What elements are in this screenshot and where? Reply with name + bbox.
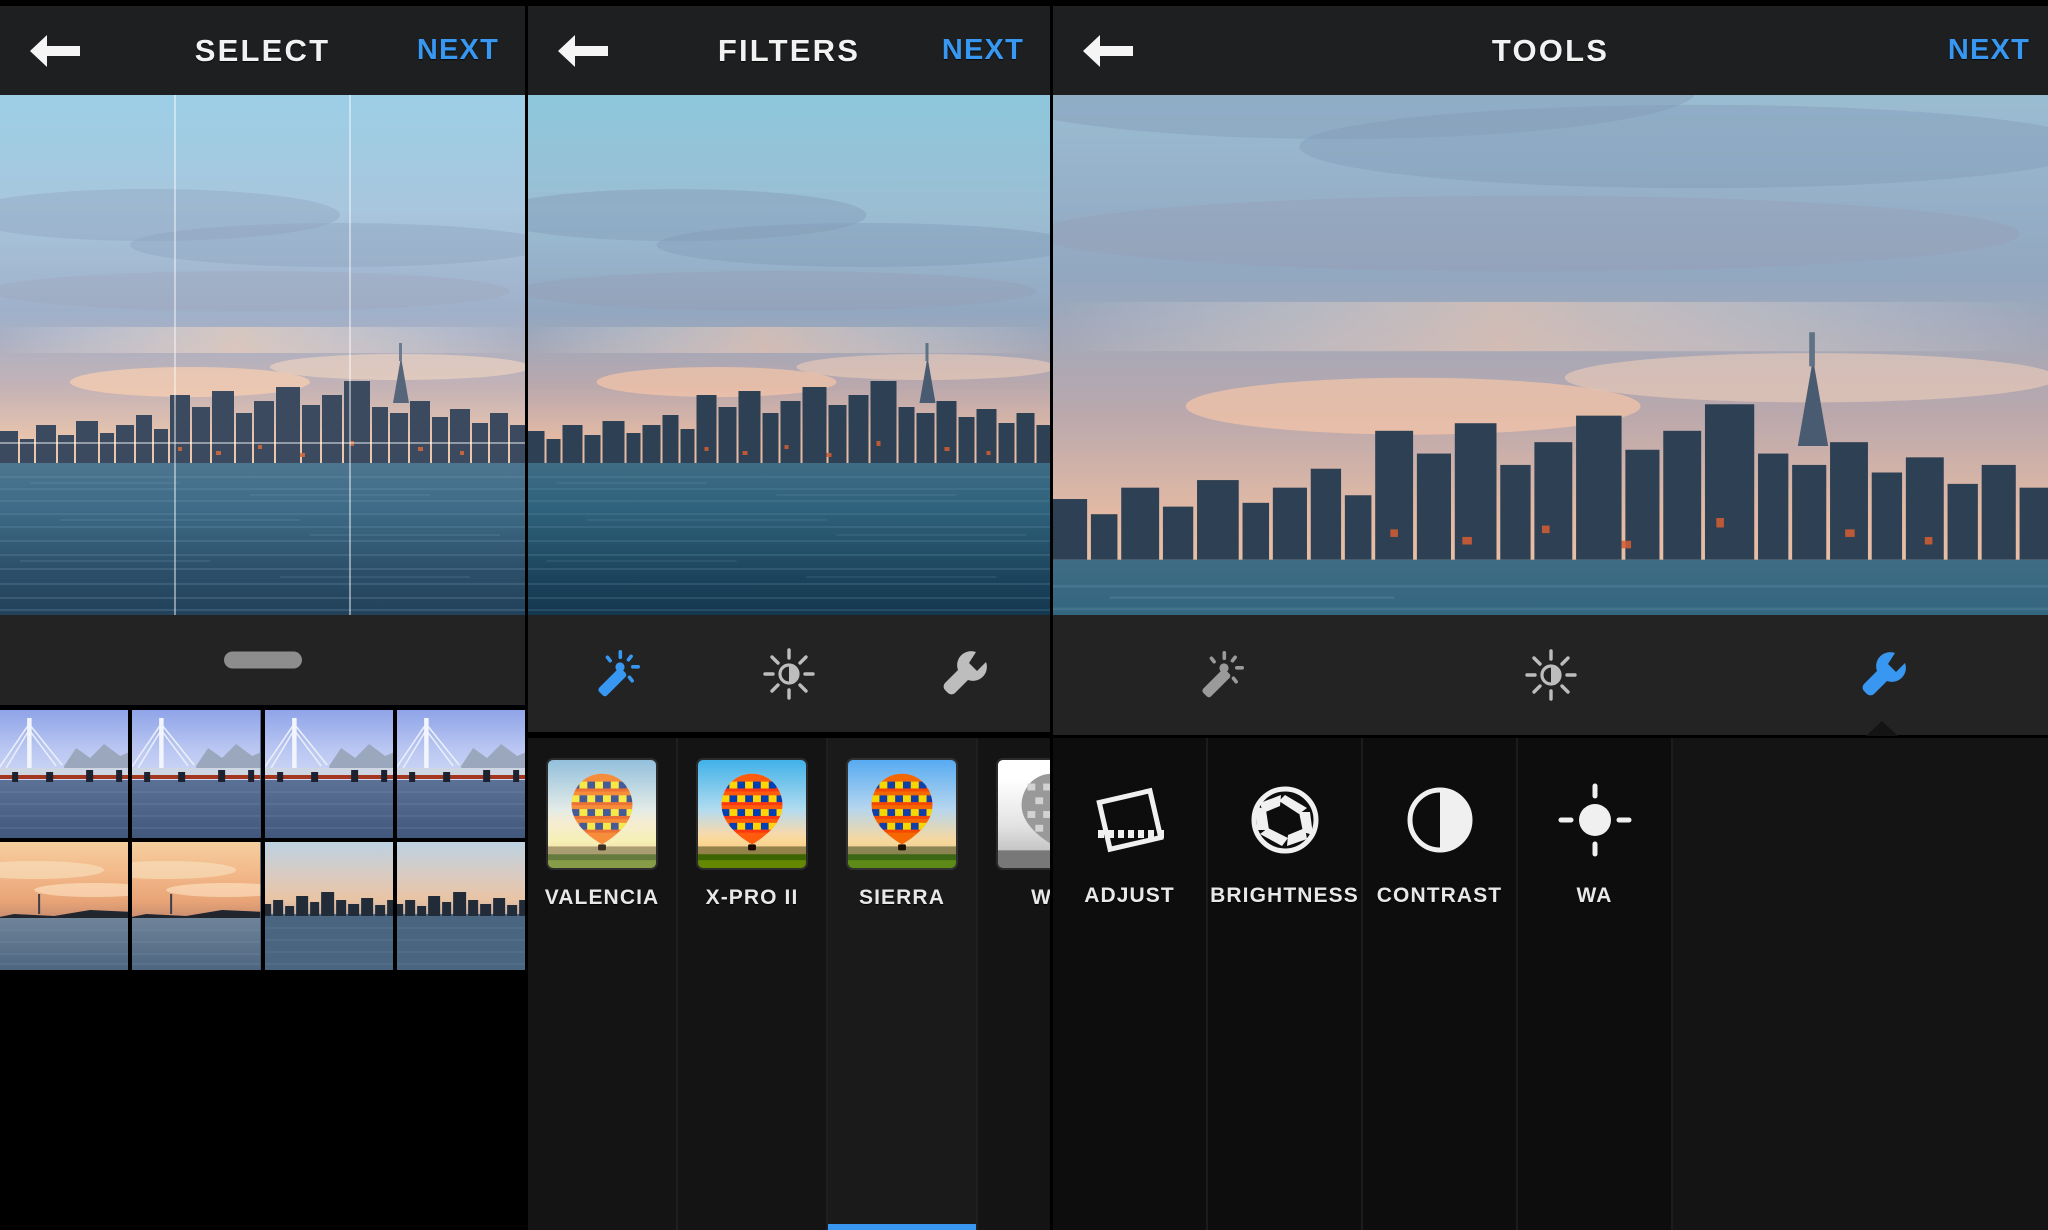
filter-preview [528, 95, 1050, 615]
brightness-icon [1520, 644, 1582, 706]
filter-label: WIL [1031, 886, 1050, 910]
tools-preview [1053, 95, 2048, 615]
tab-tools[interactable] [876, 615, 1050, 732]
adjust-tilt-icon [1084, 774, 1176, 866]
bridge-thumb-4[interactable] [397, 710, 525, 838]
tab-lux[interactable] [1385, 615, 1717, 735]
filter-chip-valencia[interactable]: VALENCIA [528, 738, 678, 1230]
tool-label: BRIGHTNESS [1210, 884, 1359, 908]
magic-wand-icon [584, 643, 646, 705]
panel-tools: TOOLS NEXT [1050, 0, 2048, 1230]
page-title: TOOLS [1053, 33, 2048, 69]
bridge-thumb-3[interactable] [265, 710, 393, 838]
tool-label: ADJUST [1084, 884, 1175, 908]
wrench-icon [1851, 644, 1913, 706]
contrast-circle-icon [1394, 774, 1486, 866]
panel-filters: FILTERS NEXT [525, 0, 1050, 1230]
filter-label: VALENCIA [545, 886, 660, 910]
filter-thumbnail [998, 760, 1050, 868]
sunset-thumb-1[interactable] [0, 842, 128, 970]
tool-chip-adjust[interactable]: ADJUST [1053, 738, 1208, 1230]
aperture-icon [1239, 774, 1331, 866]
drag-handle-pill[interactable] [224, 652, 302, 669]
next-button[interactable]: NEXT [417, 34, 499, 67]
editor-tab-bar [1053, 615, 2048, 735]
skyline-thumb-4[interactable] [397, 842, 525, 970]
back-arrow-icon[interactable] [554, 28, 616, 74]
photo-library-grid[interactable] [0, 710, 525, 1230]
filter-thumbnail [698, 760, 806, 868]
next-button[interactable]: NEXT [1948, 34, 2030, 67]
skyline-thumb-3[interactable] [265, 842, 393, 970]
magic-wand-icon [1188, 644, 1250, 706]
navbar-select: SELECT NEXT [0, 0, 525, 95]
tool-label: CONTRAST [1377, 884, 1502, 908]
tab-filters[interactable] [528, 615, 702, 732]
filter-thumbnail [848, 760, 956, 868]
warmth-icon [1549, 774, 1641, 866]
bridge-thumb-2[interactable] [132, 710, 260, 838]
editor-tab-bar [528, 615, 1050, 735]
panel-select: SELECT NEXT [0, 0, 525, 1230]
active-tab-caret [1866, 721, 1898, 736]
filter-label: X-PRO II [706, 886, 799, 910]
tab-tools[interactable] [1716, 615, 2048, 735]
back-arrow-icon[interactable] [26, 28, 88, 74]
bridge-thumb-1[interactable] [0, 710, 128, 838]
instagram-editor-screens: SELECT NEXT [0, 0, 2048, 1230]
crop-drag-bar[interactable] [0, 615, 525, 705]
tool-chip-warmth[interactable]: WA [1518, 738, 1673, 1230]
filter-label: SIERRA [859, 886, 945, 910]
tool-chip-brightness[interactable]: BRIGHTNESS [1208, 738, 1363, 1230]
wrench-icon [932, 643, 994, 705]
filter-chip-xproii[interactable]: X-PRO II [678, 738, 828, 1230]
tool-label: WA [1576, 884, 1612, 908]
sunset-thumb-2[interactable] [132, 842, 260, 970]
filter-thumbnail [548, 760, 656, 868]
back-arrow-icon[interactable] [1079, 28, 1141, 74]
tools-strip[interactable]: ADJUST B [1053, 735, 2048, 1230]
tab-lux[interactable] [702, 615, 876, 732]
tool-chip-contrast[interactable]: CONTRAST [1363, 738, 1518, 1230]
brightness-icon [758, 643, 820, 705]
filter-chip-sierra[interactable]: SIERRA [828, 738, 978, 1230]
filter-strip[interactable]: VALENCIA X-PRO II SIERRA WIL [528, 735, 1050, 1230]
navbar-tools: TOOLS NEXT [1053, 0, 2048, 95]
tab-filters[interactable] [1053, 615, 1385, 735]
crop-preview[interactable] [0, 95, 525, 615]
next-button[interactable]: NEXT [942, 34, 1024, 67]
navbar-filters: FILTERS NEXT [528, 0, 1050, 95]
filter-chip-willow[interactable]: WIL [978, 738, 1050, 1230]
